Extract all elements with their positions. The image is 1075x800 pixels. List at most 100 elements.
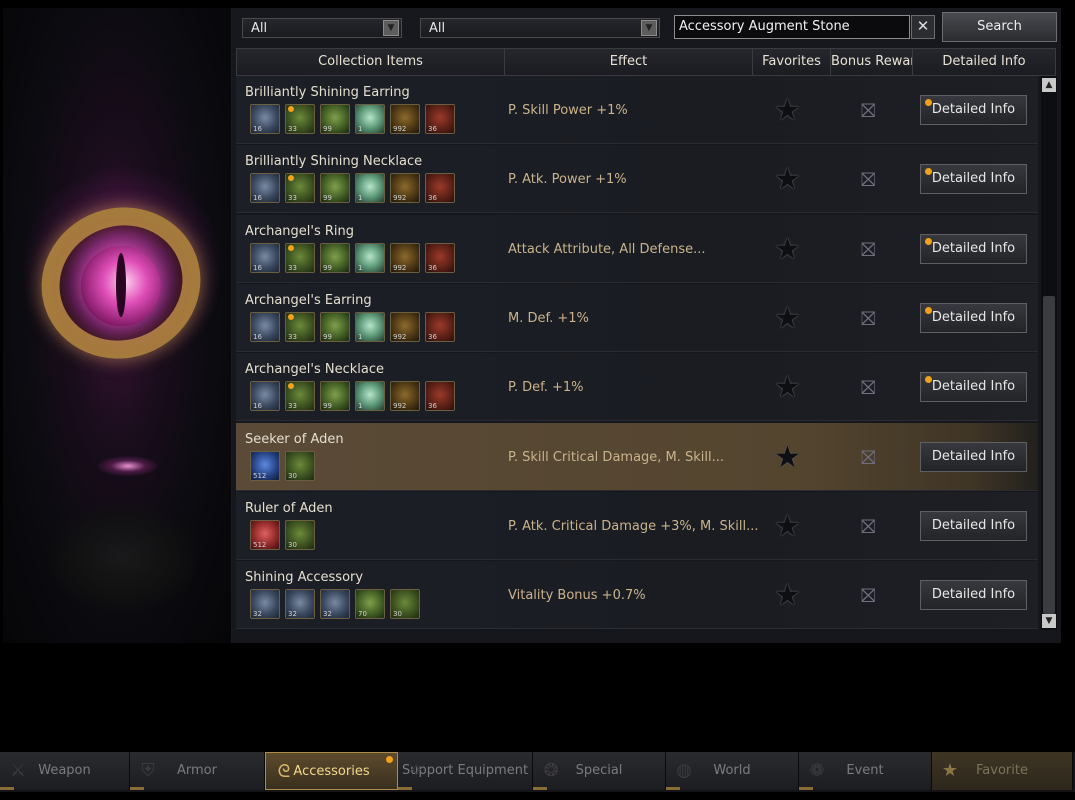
detailed-info-button[interactable]: Detailed Info	[920, 580, 1027, 610]
category-filter-2[interactable]: All ▼	[420, 18, 660, 38]
collection-row[interactable]: Brilliantly Shining Necklace 16 33 99 1 992 36…	[236, 145, 1038, 213]
dragon-crest-icon[interactable]: 32	[320, 589, 350, 619]
green-leaf-icon[interactable]: 99	[320, 381, 350, 411]
scroll-down-icon[interactable]: ▼	[1042, 614, 1056, 628]
collection-row[interactable]: Ruler of Aden 512 30 P. Atk. Critical Damag…	[236, 492, 1038, 560]
list-scrollbar[interactable]: ▲ ▼	[1041, 76, 1057, 630]
green-leaf-icon[interactable]: 99	[320, 173, 350, 203]
green-gem-icon[interactable]: 33	[285, 381, 315, 411]
tab-armor[interactable]: ⛨ Armor	[130, 752, 265, 790]
crystal-icon[interactable]: 1	[355, 312, 385, 342]
support-icon: ✧	[408, 760, 424, 781]
collection-row[interactable]: Brilliantly Shining Earring 16 33 99 1 992 36 P…	[236, 76, 1038, 144]
detailed-info-button[interactable]: Detailed Info	[920, 372, 1027, 402]
detailed-info-button[interactable]: Detailed Info	[920, 511, 1027, 541]
bonus-reward-gift-icon[interactable]: ⛝	[861, 378, 875, 398]
crystal-icon[interactable]: 1	[355, 381, 385, 411]
green-gem-icon[interactable]: 30	[285, 520, 315, 550]
collection-row[interactable]: Shining Accessory 32 32 32 70 30 Vitality Bonu…	[236, 561, 1038, 629]
tab-weapon[interactable]: ⚔ Weapon	[0, 752, 130, 790]
green-gem-icon[interactable]: 30	[285, 451, 315, 481]
tab-world[interactable]: ◍ World	[666, 752, 799, 790]
chest-icon[interactable]: 992	[390, 243, 420, 273]
scroll-up-icon[interactable]: ▲	[1042, 78, 1056, 92]
chest-icon[interactable]: 992	[390, 104, 420, 134]
red-stone-icon[interactable]: 36	[425, 104, 455, 134]
dragon-crest-icon[interactable]: 16	[250, 104, 280, 134]
red-stone-icon[interactable]: 36	[425, 312, 455, 342]
dragon-crest-icon[interactable]: 32	[250, 589, 280, 619]
green-gem-icon[interactable]: 30	[390, 589, 420, 619]
collection-row[interactable]: Archangel's Ring 16 33 99 1 992 36 Attack Attri…	[236, 215, 1038, 283]
clear-search-button[interactable]: ✕	[911, 15, 935, 39]
dragon-crest-icon[interactable]: 32	[285, 589, 315, 619]
collection-row[interactable]: Seeker of Aden 512 30 P. Skill Critical Dam…	[236, 423, 1038, 491]
green-leaf-icon[interactable]: 99	[320, 312, 350, 342]
crystal-icon[interactable]: 1	[355, 104, 385, 134]
scroll-thumb[interactable]	[1043, 296, 1055, 614]
favorite-star-icon[interactable]: ★	[774, 443, 801, 473]
material-quantity: 992	[393, 333, 407, 341]
tab-accessories[interactable]: ᘓ Accessories	[265, 752, 398, 790]
detailed-info-button[interactable]: Detailed Info	[920, 164, 1027, 194]
tab-special[interactable]: ❂ Special	[533, 752, 666, 790]
bonus-reward-gift-icon[interactable]: ⛝	[861, 309, 875, 329]
detailed-info-button[interactable]: Detailed Info	[920, 234, 1027, 264]
chevron-down-icon[interactable]: ▼	[641, 20, 657, 36]
notice-dot	[925, 238, 932, 245]
red-stone-icon[interactable]: 36	[425, 173, 455, 203]
favorite-star-icon[interactable]: ★	[774, 373, 801, 403]
red-rose-icon[interactable]: 512	[250, 520, 280, 550]
category-filter-1[interactable]: All ▼	[242, 18, 402, 38]
green-gem-icon[interactable]: 33	[285, 312, 315, 342]
favorite-star-icon[interactable]: ★	[774, 165, 801, 195]
detailed-info-button[interactable]: Detailed Info	[920, 95, 1027, 125]
chest-icon[interactable]: 992	[390, 173, 420, 203]
dragon-crest-icon[interactable]: 16	[250, 312, 280, 342]
dragon-crest-icon[interactable]: 16	[250, 243, 280, 273]
bonus-reward-gift-icon[interactable]: ⛝	[861, 240, 875, 260]
favorite-star-icon[interactable]: ★	[774, 235, 801, 265]
detailed-info-label: Detailed Info	[931, 449, 1016, 464]
tab-favorite[interactable]: ★ Favorite	[932, 752, 1073, 790]
green-gem-icon[interactable]: 33	[285, 243, 315, 273]
green-leaf-icon[interactable]: 99	[320, 243, 350, 273]
green-gem-icon[interactable]: 33	[285, 173, 315, 203]
green-gem-icon[interactable]: 33	[285, 104, 315, 134]
green-leaf-icon[interactable]: 99	[320, 104, 350, 134]
red-stone-icon[interactable]: 36	[425, 381, 455, 411]
material-quantity: 33	[288, 125, 297, 133]
category-filter-2-value: All	[429, 21, 446, 36]
material-quantity: 33	[288, 333, 297, 341]
chest-icon[interactable]: 992	[390, 381, 420, 411]
detailed-info-button[interactable]: Detailed Info	[920, 442, 1027, 472]
dragon-crest-icon[interactable]: 16	[250, 381, 280, 411]
notice-dot	[288, 314, 294, 320]
favorite-star-icon[interactable]: ★	[774, 96, 801, 126]
red-stone-icon[interactable]: 36	[425, 243, 455, 273]
crystal-icon[interactable]: 1	[355, 173, 385, 203]
tab-event[interactable]: ❁ Event	[799, 752, 932, 790]
collection-row[interactable]: Archangel's Earring 16 33 99 1 992 36 M. Def. +…	[236, 284, 1038, 352]
detailed-info-button[interactable]: Detailed Info	[920, 303, 1027, 333]
dragon-crest-icon[interactable]: 16	[250, 173, 280, 203]
search-input[interactable]: Accessory Augment Stone	[674, 15, 910, 39]
green-leaf-icon[interactable]: 70	[355, 589, 385, 619]
favorite-star-icon[interactable]: ★	[774, 304, 801, 334]
dragon-eye-pupil	[116, 253, 126, 317]
tab-support-equipment[interactable]: ✧ Support Equipment	[398, 752, 533, 790]
chest-icon[interactable]: 992	[390, 312, 420, 342]
blue-rose-icon[interactable]: 512	[250, 451, 280, 481]
crystal-icon[interactable]: 1	[355, 243, 385, 273]
chevron-down-icon[interactable]: ▼	[383, 20, 399, 36]
bonus-reward-gift-icon[interactable]: ⛝	[861, 517, 875, 537]
bonus-reward-gift-icon[interactable]: ⛝	[861, 586, 875, 606]
bonus-reward-gift-icon[interactable]: ⛝	[861, 101, 875, 121]
favorite-star-icon[interactable]: ★	[774, 512, 801, 542]
collection-row[interactable]: Archangel's Necklace 16 33 99 1 992 36 P. Def. …	[236, 353, 1038, 421]
search-button[interactable]: Search	[942, 12, 1057, 42]
bonus-reward-gift-icon[interactable]: ⛝	[861, 170, 875, 190]
favorite-star-icon[interactable]: ★	[774, 581, 801, 611]
bonus-reward-gift-icon[interactable]: ⛝	[861, 448, 875, 468]
material-quantity: 1	[358, 125, 363, 133]
